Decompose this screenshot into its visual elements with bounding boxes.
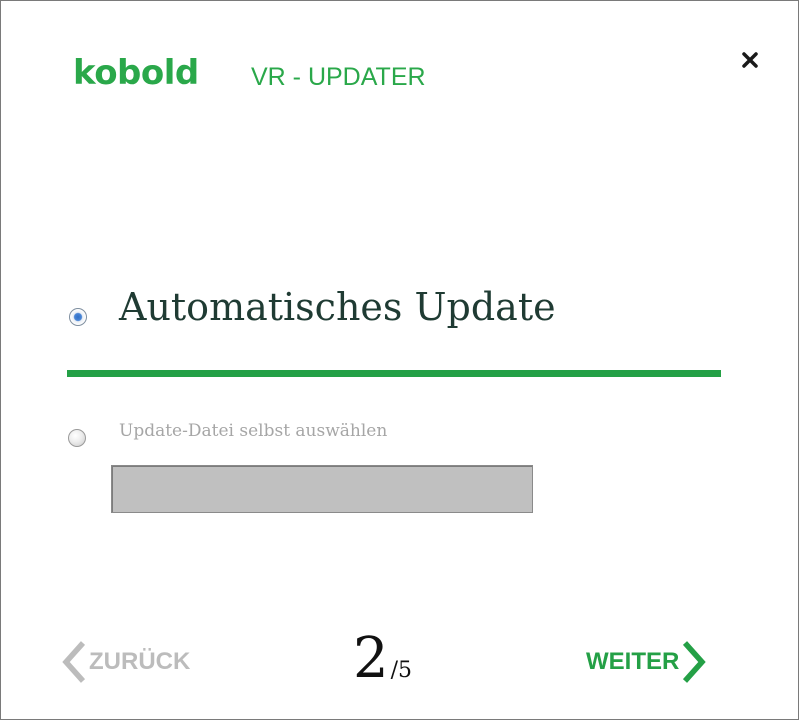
chevron-left-icon	[62, 641, 86, 683]
back-label: ZURÜCK	[89, 648, 191, 675]
next-label: WEITER	[586, 648, 680, 675]
step-current: 2	[353, 626, 389, 691]
update-file-path-field[interactable]	[111, 465, 533, 513]
section-divider	[67, 370, 721, 377]
manual-file-radio[interactable]	[68, 429, 86, 447]
manual-file-label: Update-Datei selbst auswählen	[119, 421, 388, 441]
automatic-update-label: Automatisches Update	[119, 285, 556, 329]
next-button[interactable]: WEITER	[586, 639, 707, 685]
close-icon	[742, 52, 758, 68]
brand-logo: kobold	[73, 53, 199, 93]
updater-window: kobold VR - UPDATER Automatisches Update…	[0, 0, 799, 720]
chevron-right-icon	[683, 641, 707, 683]
step-indicator: 2/5	[353, 631, 412, 687]
close-button[interactable]	[737, 47, 763, 73]
step-total: /5	[390, 658, 413, 683]
back-button[interactable]: ZURÜCK	[61, 639, 190, 685]
app-title: VR - UPDATER	[251, 63, 426, 91]
automatic-update-radio[interactable]	[69, 308, 87, 326]
